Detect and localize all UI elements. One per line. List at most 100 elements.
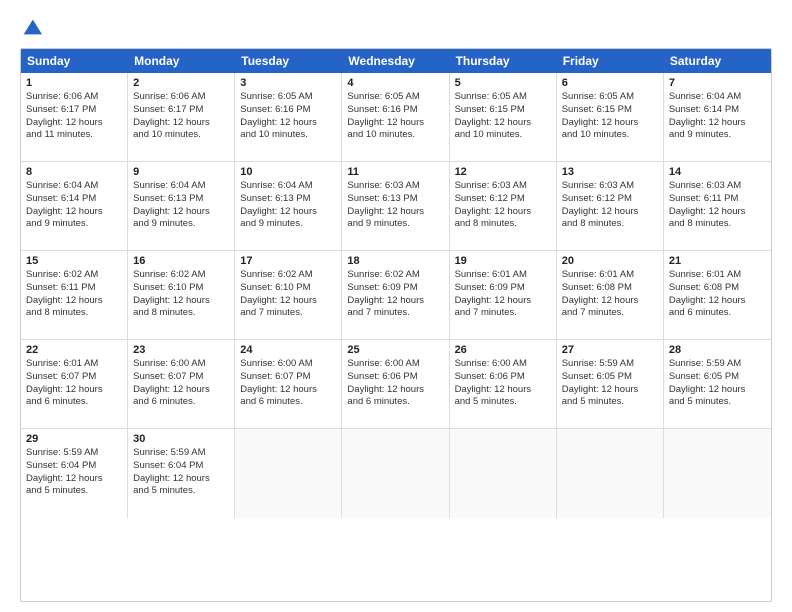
day-info-line: Sunrise: 6:01 AM	[562, 269, 658, 282]
day-info-line: and 6 minutes.	[669, 307, 766, 320]
calendar-cell: 7Sunrise: 6:04 AMSunset: 6:14 PMDaylight…	[664, 73, 771, 161]
day-info-line: Sunset: 6:07 PM	[240, 371, 336, 384]
day-info-line: Daylight: 12 hours	[562, 206, 658, 219]
weekday-header: Wednesday	[342, 49, 449, 73]
day-info-line: and 9 minutes.	[26, 218, 122, 231]
day-info-line: and 9 minutes.	[347, 218, 443, 231]
day-number: 22	[26, 344, 122, 356]
day-info-line: Sunrise: 6:02 AM	[133, 269, 229, 282]
day-info-line: Daylight: 12 hours	[26, 473, 122, 486]
weekday-header: Friday	[557, 49, 664, 73]
logo	[20, 16, 46, 38]
day-info-line: Daylight: 12 hours	[240, 117, 336, 130]
day-info-line: Daylight: 12 hours	[669, 206, 766, 219]
day-info-line: Daylight: 12 hours	[133, 295, 229, 308]
calendar-week: 22 Sunrise: 6:01 AM Sunset: 6:07 PM Dayligh…	[21, 340, 771, 429]
day-number: 24	[240, 344, 336, 356]
day-info-line: Daylight: 12 hours	[562, 117, 658, 130]
day-info-line: Sunrise: 6:02 AM	[240, 269, 336, 282]
day-info-line: Sunset: 6:08 PM	[669, 282, 766, 295]
day-info-line: Sunrise: 5:59 AM	[562, 358, 658, 371]
day-number: 17	[240, 255, 336, 267]
day-info-line: Sunset: 6:12 PM	[562, 193, 658, 206]
day-info-line: and 10 minutes.	[347, 129, 443, 142]
day-number: 25	[347, 344, 443, 356]
calendar-cell: 1Sunrise: 6:06 AMSunset: 6:17 PMDaylight…	[21, 73, 128, 161]
weekday-header: Sunday	[21, 49, 128, 73]
day-info-line: Daylight: 12 hours	[347, 384, 443, 397]
day-info-line: Sunset: 6:05 PM	[669, 371, 766, 384]
day-info-line: and 7 minutes.	[347, 307, 443, 320]
day-info-line: Sunset: 6:04 PM	[26, 460, 122, 473]
day-number: 3	[240, 77, 336, 89]
day-info-line: Sunset: 6:11 PM	[669, 193, 766, 206]
day-info-line: and 5 minutes.	[26, 485, 122, 498]
day-number: 7	[669, 77, 766, 89]
calendar-cell	[664, 429, 771, 518]
calendar-cell: 29Sunrise: 5:59 AMSunset: 6:04 PMDayligh…	[21, 429, 128, 518]
day-info-line: and 7 minutes.	[240, 307, 336, 320]
day-info-line: Daylight: 12 hours	[669, 295, 766, 308]
calendar-cell: 9Sunrise: 6:04 AMSunset: 6:13 PMDaylight…	[128, 162, 235, 250]
day-info-line: Daylight: 12 hours	[562, 384, 658, 397]
calendar-cell: 30 Sunrise: 5:59 AMSunset: 6:04 PMDayligh…	[128, 429, 235, 518]
day-number: 30	[133, 433, 229, 445]
day-info-line: Daylight: 12 hours	[133, 473, 229, 486]
day-number: 26	[455, 344, 551, 356]
day-number: 29	[26, 433, 122, 445]
day-number: 16	[133, 255, 229, 267]
weekday-header: Saturday	[664, 49, 771, 73]
day-number: 1	[26, 77, 122, 89]
day-info-line: Sunrise: 6:01 AM	[26, 358, 122, 371]
day-info-line: Sunset: 6:08 PM	[562, 282, 658, 295]
day-info-line: Sunrise: 6:04 AM	[26, 180, 122, 193]
calendar-week: 15Sunrise: 6:02 AMSunset: 6:11 PMDayligh…	[21, 251, 771, 340]
day-info-line: Sunset: 6:04 PM	[133, 460, 229, 473]
day-info-line: Sunrise: 6:02 AM	[26, 269, 122, 282]
day-info-line: Sunrise: 6:00 AM	[347, 358, 443, 371]
day-info-line: Sunrise: 5:59 AM	[133, 447, 229, 460]
day-info-line: Daylight: 12 hours	[347, 295, 443, 308]
day-info-line: Daylight: 12 hours	[133, 206, 229, 219]
weekday-header: Thursday	[450, 49, 557, 73]
day-info-line: Sunset: 6:06 PM	[455, 371, 551, 384]
day-number: 27	[562, 344, 658, 356]
calendar-cell: 17Sunrise: 6:02 AMSunset: 6:10 PMDayligh…	[235, 251, 342, 339]
day-info-line: and 5 minutes.	[562, 396, 658, 409]
calendar-cell	[342, 429, 449, 518]
calendar-cell: 12Sunrise: 6:03 AMSunset: 6:12 PMDayligh…	[450, 162, 557, 250]
day-info-line: Daylight: 12 hours	[26, 295, 122, 308]
day-info-line: and 6 minutes.	[347, 396, 443, 409]
day-info-line: Sunset: 6:10 PM	[133, 282, 229, 295]
day-info-line: Daylight: 12 hours	[347, 206, 443, 219]
day-info-line: and 8 minutes.	[562, 218, 658, 231]
logo-icon	[20, 16, 42, 38]
day-info-line: and 7 minutes.	[562, 307, 658, 320]
day-info-line: Sunrise: 6:05 AM	[455, 91, 551, 104]
day-info-line: and 9 minutes.	[133, 218, 229, 231]
calendar-cell: 2Sunrise: 6:06 AMSunset: 6:17 PMDaylight…	[128, 73, 235, 161]
calendar-cell: 11Sunrise: 6:03 AMSunset: 6:13 PMDayligh…	[342, 162, 449, 250]
header	[20, 16, 772, 38]
day-info-line: Daylight: 12 hours	[26, 384, 122, 397]
calendar-week: 1 Sunrise: 6:06 AMSunset: 6:17 PM Daylight…	[21, 73, 771, 162]
day-info-line: Sunset: 6:09 PM	[347, 282, 443, 295]
page: SundayMondayTuesdayWednesdayThursdayFrid…	[0, 0, 792, 612]
calendar-cell	[235, 429, 342, 518]
day-info-line: and 5 minutes.	[133, 485, 229, 498]
day-number: 11	[347, 166, 443, 178]
day-info-line: Daylight: 12 hours	[240, 295, 336, 308]
day-info-line: Sunset: 6:17 PM	[133, 104, 229, 117]
day-number: 20	[562, 255, 658, 267]
day-info-line: Sunrise: 6:05 AM	[240, 91, 336, 104]
day-info-line: Daylight: 12 hours	[26, 117, 122, 130]
day-info-line: Sunrise: 6:04 AM	[133, 180, 229, 193]
calendar-cell: 25Sunrise: 6:00 AMSunset: 6:06 PMDayligh…	[342, 340, 449, 428]
day-info-line: Sunrise: 6:06 AM	[133, 91, 229, 104]
day-number: 13	[562, 166, 658, 178]
calendar-cell: 20Sunrise: 6:01 AMSunset: 6:08 PMDayligh…	[557, 251, 664, 339]
day-info-line: Sunset: 6:14 PM	[669, 104, 766, 117]
day-number: 5	[455, 77, 551, 89]
calendar-cell: 28Sunrise: 5:59 AMSunset: 6:05 PMDayligh…	[664, 340, 771, 428]
calendar-cell: 26Sunrise: 6:00 AMSunset: 6:06 PMDayligh…	[450, 340, 557, 428]
